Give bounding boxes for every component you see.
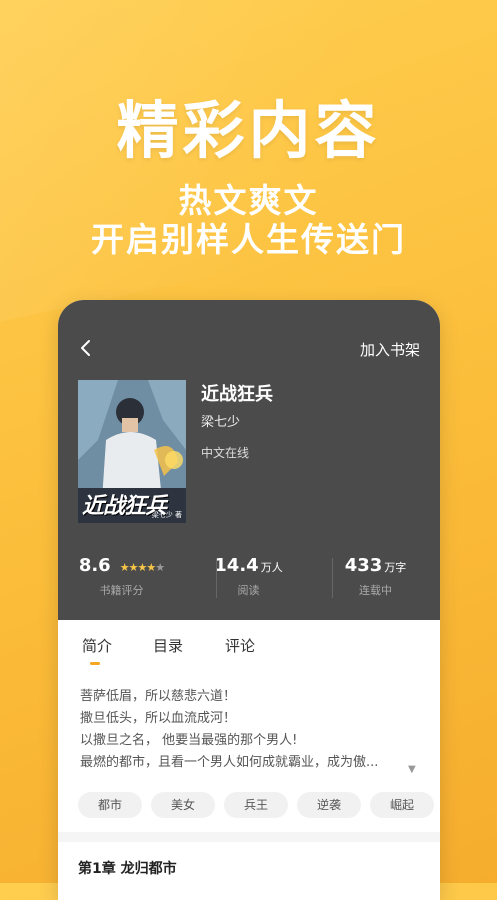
tag-list: 都市 美女 兵王 逆袭 崛起: [78, 792, 440, 820]
synopsis-line: 最燃的都市，且看一个男人如何成就霸业，成为傲...: [80, 755, 379, 770]
detail-tabs: 简介 目录 评论: [58, 620, 440, 668]
words-value: 433: [344, 555, 383, 576]
star-icon: ★: [128, 561, 139, 574]
star-icon: ★: [146, 561, 156, 574]
tag-chip[interactable]: 崛起: [370, 792, 434, 818]
book-title: 近战狂兵: [201, 384, 273, 405]
book-source: 中文在线: [201, 446, 250, 460]
tab-intro[interactable]: 简介: [82, 635, 112, 656]
add-to-shelf-button[interactable]: 加入书架: [360, 339, 420, 360]
rating-stat: 8.6 ★★★★★ 书籍评分: [58, 555, 185, 598]
reads-label: 阅读: [237, 584, 260, 597]
back-button[interactable]: [76, 338, 96, 358]
hero-title: 精彩内容: [116, 94, 381, 167]
hero-subtitle-line2: 开启别样人生传送门: [91, 220, 406, 259]
book-author[interactable]: 梁七少: [201, 411, 240, 430]
tag-chip[interactable]: 美女: [151, 792, 215, 818]
words-unit: 万字: [384, 561, 407, 574]
synopsis-line: 撒旦低头，所以血流成河！: [80, 711, 237, 726]
tab-comments[interactable]: 评论: [225, 635, 255, 656]
synopsis-line: 菩萨低眉，所以慈悲六道！: [80, 689, 237, 704]
star-empty-icon: ★: [155, 561, 165, 574]
reads-unit: 万人: [260, 561, 283, 574]
tab-catalog[interactable]: 目录: [153, 635, 183, 656]
rating-stars: ★★★★★: [119, 561, 165, 574]
tag-chip[interactable]: 逆袭: [297, 792, 361, 818]
cover-author: 梁七少 著: [151, 511, 182, 519]
stats-divider: [332, 558, 333, 598]
section-separator: [58, 832, 440, 842]
expand-synopsis-icon[interactable]: ▼: [408, 764, 416, 775]
tag-chip[interactable]: 都市: [78, 792, 142, 818]
star-icon: ★: [119, 561, 130, 574]
synopsis-line: 以撒旦之名， 他要当最强的那个男人!: [80, 733, 298, 748]
chevron-left-icon: [81, 340, 90, 356]
book-synopsis: 菩萨低眉，所以慈悲六道！ 撒旦低头，所以血流成河！ 以撒旦之名， 他要当最强的那…: [80, 686, 410, 774]
book-stats: 8.6 ★★★★★ 书籍评分 14.4 万人 阅读 433 万字 连载中: [58, 555, 440, 603]
active-tab-indicator: [90, 662, 100, 665]
tag-chip[interactable]: 兵王: [224, 792, 288, 818]
book-detail-card: 加入书架 近战狂兵 梁七少 著 近战狂兵 梁七少 中文在线 8.6 ★★★★★ …: [58, 300, 440, 900]
reads-stat: 14.4 万人 阅读: [185, 555, 312, 598]
stats-divider: [216, 558, 217, 598]
rating-value: 8.6: [78, 555, 111, 576]
first-chapter-link[interactable]: 第1章 龙归都市: [78, 858, 177, 878]
book-cover[interactable]: 近战狂兵 梁七少 著: [78, 380, 186, 523]
reads-value: 14.4: [214, 555, 259, 576]
rating-label: 书籍评分: [99, 584, 144, 597]
